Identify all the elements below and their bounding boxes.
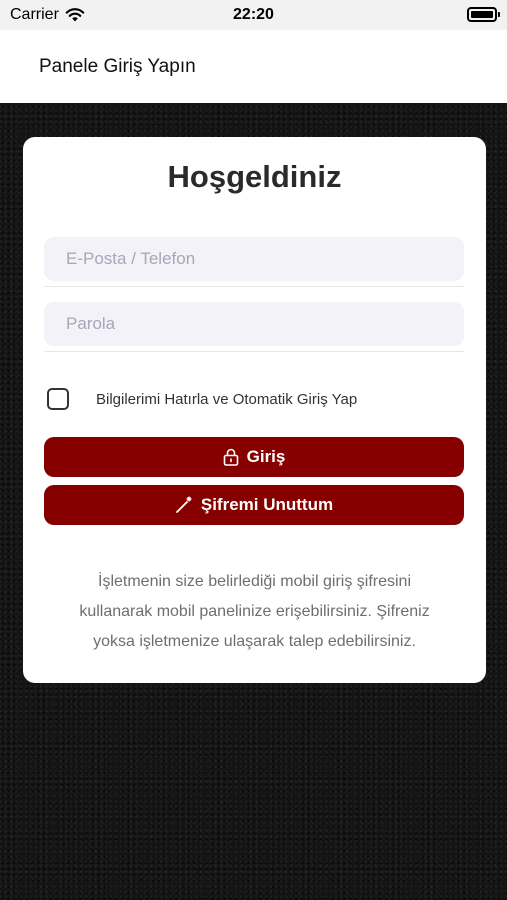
divider — [44, 286, 464, 287]
forgot-password-label: Şifremi Unuttum — [200, 495, 334, 514]
battery-icon — [467, 7, 500, 22]
remember-me-checkbox[interactable] — [47, 388, 69, 410]
login-button[interactable]: Giriş — [44, 437, 464, 477]
clock: 22:20 — [233, 6, 274, 23]
lock-icon — [223, 448, 238, 466]
welcome-heading: Hoşgeldiniz — [167, 159, 342, 194]
login-button-label: Giriş — [246, 447, 286, 466]
info-text: İşletmenin size belirlediği mobil giriş … — [79, 573, 430, 650]
navigation-bar: Panele Giriş Yapın — [0, 30, 507, 103]
status-bar: Carrier 22:20 — [0, 0, 507, 30]
page-title: Panele Giriş Yapın — [39, 55, 196, 77]
login-card: Hoşgeldiniz Bilgilerimi Hatırla ve Otoma… — [23, 137, 486, 683]
password-input[interactable] — [44, 302, 464, 346]
remember-me-label[interactable]: Bilgilerimi Hatırla ve Otomatik Giriş Ya… — [96, 391, 357, 408]
magic-wand-icon — [175, 496, 192, 513]
email-phone-input[interactable] — [44, 237, 464, 281]
divider — [44, 351, 464, 352]
forgot-password-button[interactable]: Şifremi Unuttum — [44, 485, 464, 525]
